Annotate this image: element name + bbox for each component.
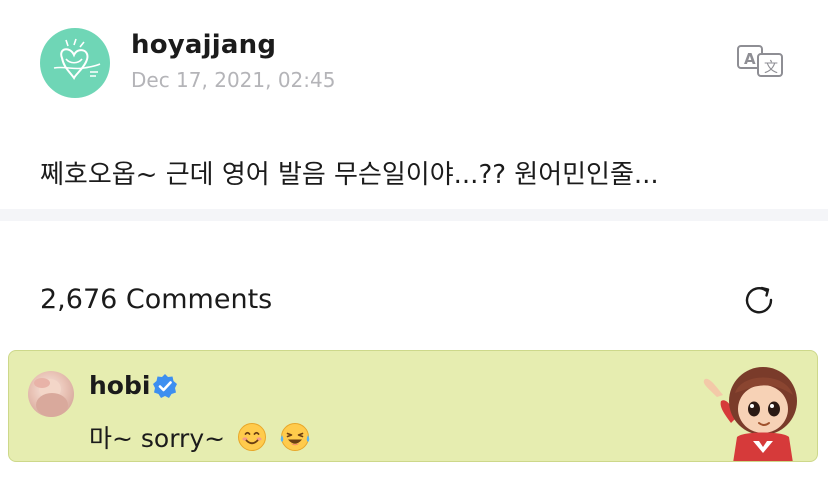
avatar[interactable] [40, 28, 110, 98]
highlighted-comment[interactable]: hobi 마~ sorry~ [8, 350, 818, 462]
tears-of-joy-emoji [279, 422, 311, 458]
verified-badge-icon [152, 373, 178, 399]
comment-text-body: 마~ sorry~ [89, 424, 226, 453]
comment-text: 마~ sorry~ [89, 419, 311, 458]
character-sticker [697, 357, 809, 461]
comments-count: 2,676 Comments [40, 284, 273, 315]
translate-icon: A 文 [737, 45, 783, 77]
svg-text:A: A [744, 50, 756, 68]
refresh-icon [745, 286, 773, 314]
profile-photo-icon [34, 378, 68, 417]
section-divider [0, 209, 828, 221]
post-timestamp: Dec 17, 2021, 02:45 [131, 68, 336, 92]
refresh-button[interactable] [740, 281, 778, 319]
svg-text:文: 文 [764, 60, 778, 76]
comment-avatar[interactable] [28, 371, 74, 417]
comment-author[interactable]: hobi [89, 371, 150, 400]
heart-doodle-icon [53, 38, 101, 80]
post-header: hoyajjang Dec 17, 2021, 02:45 A 文 [40, 28, 800, 98]
smiling-face-emoji [237, 422, 267, 458]
post-username[interactable]: hoyajjang [131, 30, 276, 60]
translate-button[interactable]: A 文 [736, 44, 786, 78]
post-body-text: 쩨호오옵~ 근데 영어 발음 무슨일이야...?? 원어민인줄... [40, 160, 659, 190]
